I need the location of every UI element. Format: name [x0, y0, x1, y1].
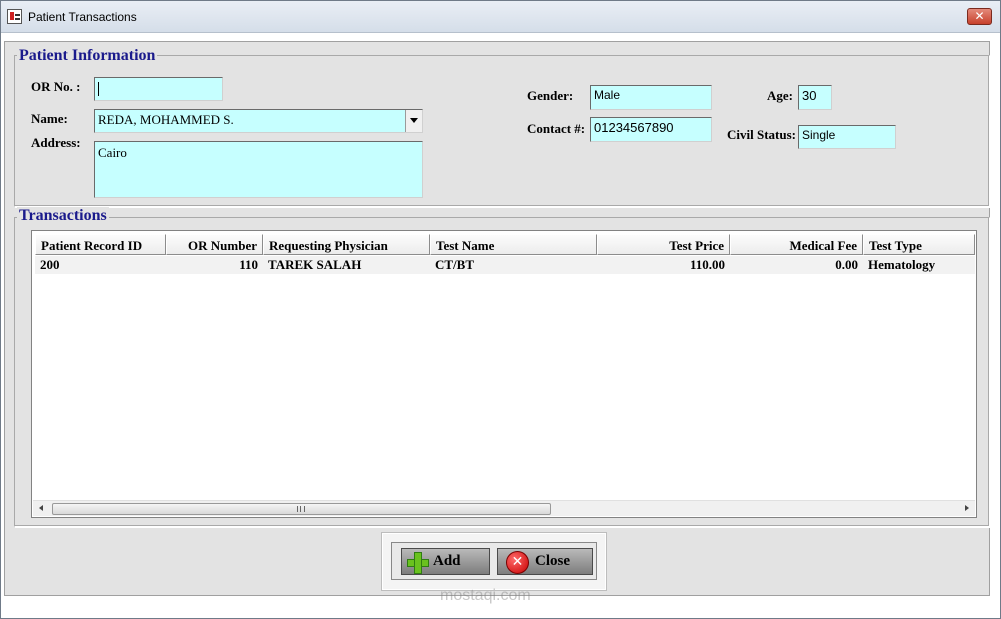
name-label: Name:	[31, 111, 68, 126]
app-icon	[7, 9, 22, 24]
gender-field[interactable]: Male	[590, 85, 712, 110]
civil-status-field[interactable]: Single	[798, 125, 896, 149]
col-requesting-physician[interactable]: Requesting Physician	[263, 234, 430, 255]
transactions-grid[interactable]: Patient Record ID OR Number Requesting P…	[31, 230, 977, 518]
col-test-type[interactable]: Test Type	[863, 234, 975, 255]
title-bar: Patient Transactions ✕	[1, 1, 1000, 33]
button-panel: Add ✕ Close	[382, 533, 606, 590]
age-field[interactable]: 30	[798, 85, 832, 110]
cell-test-name: CT/BT	[435, 257, 475, 272]
contact-field[interactable]: 01234567890	[590, 117, 712, 142]
horizontal-scrollbar[interactable]	[33, 500, 975, 516]
table-row[interactable]: 200 110 TAREK SALAH CT/BT 110.00 0.00 He…	[35, 256, 975, 274]
cell-requesting-physician: TAREK SALAH	[268, 257, 362, 272]
cell-or-number: 110	[239, 257, 258, 272]
close-button[interactable]: ✕ Close	[497, 548, 593, 575]
col-test-name[interactable]: Test Name	[430, 234, 597, 255]
add-button[interactable]: Add	[401, 548, 490, 575]
contact-label: Contact #:	[527, 121, 586, 136]
col-medical-fee[interactable]: Medical Fee	[730, 234, 863, 255]
close-button-label: Close	[535, 553, 570, 569]
cell-patient-record-id: 200	[40, 257, 60, 272]
cell-test-type: Hematology	[868, 257, 936, 272]
cell-medical-fee: 0.00	[835, 257, 858, 272]
address-field[interactable]: Cairo	[94, 141, 423, 198]
scroll-right-icon[interactable]	[958, 501, 975, 516]
gender-label: Gender:	[527, 88, 574, 103]
scroll-left-icon[interactable]	[33, 501, 50, 516]
close-circle-icon: ✕	[506, 551, 529, 574]
address-label: Address:	[31, 135, 81, 150]
client-area: Patient Information OR No. : Name: REDA,…	[4, 41, 990, 596]
col-test-price[interactable]: Test Price	[597, 234, 730, 255]
name-dropdown[interactable]: REDA, MOHAMMED S.	[94, 109, 423, 133]
patient-info-title: Patient Information	[17, 47, 158, 65]
text-cursor	[98, 82, 99, 97]
transactions-title: Transactions	[17, 207, 109, 225]
or-no-input[interactable]	[94, 77, 223, 101]
patient-transactions-window: Patient Transactions ✕ Patient Informati…	[0, 0, 1001, 619]
grid-header: Patient Record ID OR Number Requesting P…	[35, 234, 975, 255]
watermark: mostaqi.com	[440, 587, 531, 604]
grip-icon	[297, 506, 305, 512]
or-no-label: OR No. :	[31, 79, 81, 94]
window-title: Patient Transactions	[28, 10, 137, 24]
civil-status-label: Civil Status:	[727, 127, 796, 142]
window-close-button[interactable]: ✕	[967, 8, 992, 25]
add-button-label: Add	[433, 553, 461, 569]
age-label: Age:	[767, 88, 793, 103]
name-value: REDA, MOHAMMED S.	[98, 112, 234, 127]
scroll-thumb[interactable]	[52, 503, 551, 515]
col-or-number[interactable]: OR Number	[166, 234, 263, 255]
plus-icon	[407, 552, 429, 574]
chevron-down-icon[interactable]	[405, 110, 422, 132]
cell-test-price: 110.00	[689, 257, 725, 272]
button-frame: Add ✕ Close	[391, 542, 597, 580]
col-patient-record-id[interactable]: Patient Record ID	[35, 234, 166, 255]
